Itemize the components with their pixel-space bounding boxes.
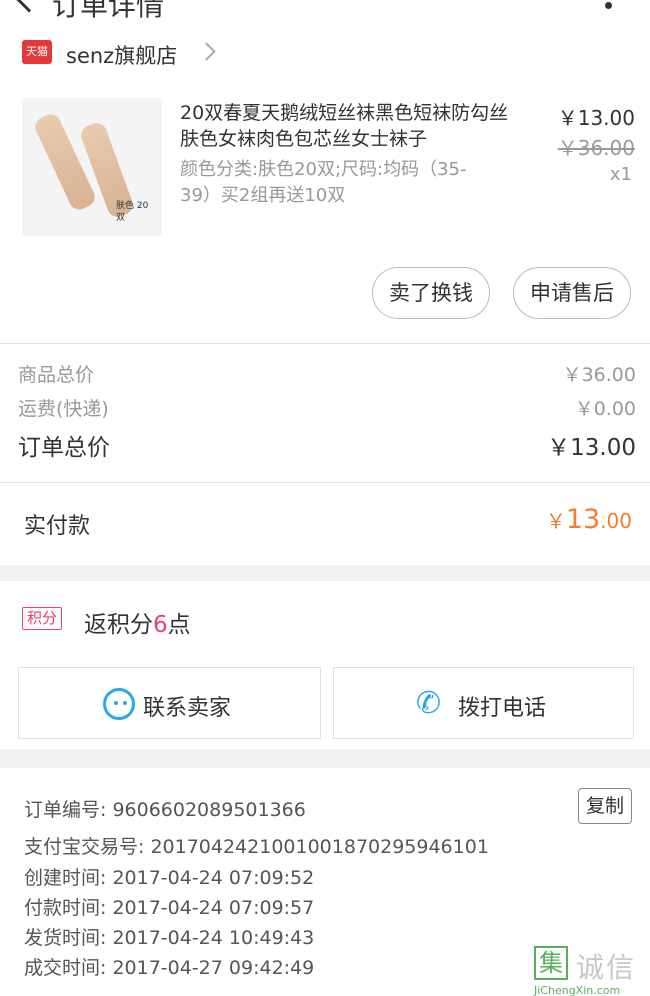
product-image-label: 肤色 20双: [116, 201, 149, 223]
completed-time: 成交时间: 2017-04-27 09:42:49: [24, 957, 315, 979]
contact-actions: 联系卖家 ✆ 拨打电话: [0, 657, 650, 749]
copy-button[interactable]: 复制: [578, 788, 632, 824]
points-badge: 积分: [22, 607, 63, 630]
call-phone-label: 拨打电话: [458, 696, 547, 721]
points-card: 积分 返积分6点: [0, 581, 650, 657]
product-quantity: x1: [609, 164, 632, 185]
page-title: 订单详情: [52, 0, 165, 22]
nav-bar: 订单详情: [0, 0, 650, 30]
divider: [0, 343, 650, 344]
order-total-label: 订单总价: [18, 435, 110, 461]
created-time: 创建时间: 2017-04-24 07:09:52: [24, 867, 315, 889]
call-phone-button[interactable]: ✆ 拨打电话: [333, 667, 634, 739]
product-price: ￥13.00: [557, 106, 635, 130]
product-original-price: ￥36.00: [557, 136, 635, 160]
shipping-value: ￥0.00: [574, 398, 636, 420]
shop-row[interactable]: 天猫 senz旗舰店: [0, 30, 650, 82]
product-spec: 颜色分类:肤色20双;尺码:均码（35-39）买2组再送10双: [180, 159, 467, 206]
contact-seller-button[interactable]: 联系卖家: [18, 667, 321, 739]
aftersale-button[interactable]: 申请售后: [513, 267, 631, 319]
shipping-label: 运费(快递): [18, 398, 109, 420]
paid-amount: ￥13.00: [546, 504, 632, 535]
contact-seller-label: 联系卖家: [143, 696, 232, 721]
points-number: 6: [153, 612, 168, 638]
watermark-logo-icon: 集: [534, 946, 568, 980]
points-prefix: 返积分: [84, 612, 153, 638]
goods-total-value: ￥36.00: [562, 364, 636, 386]
watermark-url: JiChengXin.com: [534, 984, 621, 996]
goods-total-label: 商品总价: [18, 364, 95, 386]
divider: [0, 482, 650, 483]
chat-icon: [103, 688, 135, 720]
tmall-icon: 天猫: [22, 40, 52, 64]
points-suffix: 点: [167, 612, 191, 638]
order-total-value: ￥13.00: [547, 435, 636, 461]
paid-integer: 13: [565, 504, 601, 535]
paid-decimal: .00: [600, 509, 632, 533]
back-arrow-icon[interactable]: [13, 0, 45, 13]
order-card: 天猫 senz旗舰店 肤色 20双 20双春夏天鹅绒短丝袜黑色短袜防勾丝肤色女袜…: [0, 30, 650, 565]
product-image[interactable]: 肤色 20双: [22, 98, 162, 236]
more-icon[interactable]: [605, 2, 612, 9]
points-text: 返积分6点: [84, 605, 191, 639]
phone-icon: ✆: [416, 686, 442, 721]
paid-time: 付款时间: 2017-04-24 07:09:57: [24, 897, 315, 919]
paid-label: 实付款: [24, 514, 91, 539]
shipped-time: 发货时间: 2017-04-24 10:49:43: [24, 927, 315, 949]
paid-currency: ￥: [545, 509, 566, 533]
alipay-trade-number: 支付宝交易号: 2017042421001001870295946101: [24, 836, 489, 858]
shop-name[interactable]: senz旗舰店: [66, 40, 177, 70]
chevron-right-icon: [197, 42, 216, 61]
product-title[interactable]: 20双春夏天鹅绒短丝袜黑色短袜防勾丝肤色女袜肉色包芯丝女士袜子: [180, 100, 520, 152]
order-number: 订单编号: 9606602089501366: [24, 799, 306, 821]
watermark: 集 诚信 JiChengXin.com: [534, 946, 650, 996]
sell-button[interactable]: 卖了换钱: [372, 267, 490, 319]
watermark-text: 诚信: [576, 951, 637, 984]
